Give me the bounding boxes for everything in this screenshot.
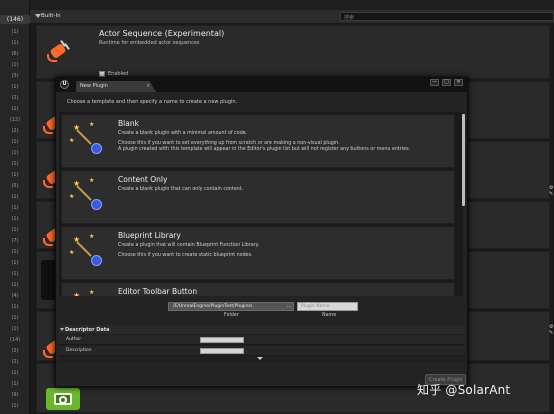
new-plugin-dialog: U New Plugin × — □ ✕ Choose a template a… xyxy=(55,77,468,387)
category-count: (1) xyxy=(11,205,19,211)
category-count: (1) xyxy=(11,150,19,156)
category-count: (1) xyxy=(11,249,19,255)
plugin-plug-icon xyxy=(45,40,71,64)
template-name: Blueprint Library xyxy=(118,231,181,240)
category-count: (1) xyxy=(11,326,19,332)
descriptor-data-section: Descriptor Data Author Description xyxy=(59,325,465,362)
template-list: ★ ★ ★ Blank Create a blank plugin with a min… xyxy=(59,112,463,296)
camera-icon[interactable] xyxy=(46,388,80,410)
plugin-name-placeholder: Plugin Name xyxy=(301,304,330,309)
descriptor-row-description: Description xyxy=(59,346,465,356)
name-label: Name xyxy=(322,313,337,318)
category-count: (2) xyxy=(11,95,19,101)
plugin-action-icons[interactable]: ⚙ ✎ xyxy=(549,185,553,197)
folder-path-input[interactable]: /E/UnrealEngine/PluginTest/Plugins\ xyxy=(168,302,294,311)
category-count: (1) xyxy=(11,172,19,178)
browse-folder-button[interactable]: ... xyxy=(285,303,293,310)
template-card-blank[interactable]: ★ ★ ★ Blank Create a blank plugin with a min… xyxy=(61,114,455,168)
category-count: (1) xyxy=(11,227,19,233)
template-scrollbar[interactable] xyxy=(462,114,465,206)
description-label: Description xyxy=(66,348,92,353)
category-count: (1) xyxy=(11,106,19,112)
close-icon[interactable]: ✕ xyxy=(454,79,463,86)
tab-label: New Plugin xyxy=(80,83,108,89)
category-count: (1) xyxy=(11,139,19,145)
template-card-blueprint-library[interactable]: ★ ★ ★ Blueprint Library Create a plugin that… xyxy=(61,226,455,280)
watermark-text: 知乎 @SolarAnt xyxy=(417,383,511,397)
category-count: (1) xyxy=(11,304,19,310)
template-description-line: Create a blank plugin with a minimal amo… xyxy=(118,131,248,136)
descriptor-title: Descriptor Data xyxy=(65,327,110,333)
category-count: (1) xyxy=(11,282,19,288)
tab-close-icon[interactable]: × xyxy=(146,83,150,89)
category-count: (1) xyxy=(11,315,19,321)
minimize-icon[interactable]: — xyxy=(430,79,439,86)
category-count: (1) xyxy=(11,29,19,35)
expand-advanced-icon[interactable] xyxy=(257,357,263,360)
category-count: (9) xyxy=(11,392,19,398)
template-description-line: A plugin created with this template will… xyxy=(118,147,411,152)
template-card-editor-toolbar-button[interactable]: ★★★ Editor Toolbar Button xyxy=(61,282,455,296)
template-name: Blank xyxy=(118,119,139,128)
editor-plugins-window: (146) (1) (1) (6) (1) (3) (1) (2) (1) (12) (2) (1) (… xyxy=(0,0,554,414)
category-count: (1) xyxy=(11,62,19,68)
category-count: (1) xyxy=(11,194,19,200)
magic-wand-icon: ★★★ xyxy=(69,233,113,273)
author-input[interactable] xyxy=(200,337,244,343)
description-input[interactable] xyxy=(200,348,244,354)
folder-label: Folder xyxy=(224,313,239,318)
category-count: (6) xyxy=(11,51,19,57)
dialog-titlebar[interactable]: U New Plugin × — □ ✕ xyxy=(56,78,467,92)
plugin-search-input[interactable]: 搜索 xyxy=(340,12,554,21)
category-header[interactable]: Built-In 搜索 xyxy=(30,10,554,23)
template-description-line: Choose this if you want to set everythin… xyxy=(118,141,340,146)
category-count-column: (146) (1) (1) (6) (1) (3) (1) (2) (1) (12) (2) (1) (… xyxy=(0,0,30,414)
category-count: (1) xyxy=(11,370,19,376)
category-count: (2) xyxy=(11,128,19,134)
folder-path-value: /E/UnrealEngine/PluginTest/Plugins\ xyxy=(173,304,253,309)
template-description-line: Create a plugin that will contain Bluepr… xyxy=(118,243,260,248)
category-count: (12) xyxy=(9,117,21,123)
category-count: (2) xyxy=(11,348,19,354)
category-count: (4) xyxy=(11,293,19,299)
category-count: (2) xyxy=(11,359,19,365)
plugin-description: Runtime for embedded actor sequences xyxy=(99,40,200,46)
dialog-instruction: Choose a template and then specify a nam… xyxy=(67,99,238,105)
category-count: (3) xyxy=(11,73,19,79)
category-count: (1) xyxy=(11,161,19,167)
unreal-logo-icon: U xyxy=(60,80,69,89)
magic-wand-icon: ★★★ xyxy=(69,121,113,161)
category-count: (5) xyxy=(11,183,19,189)
tab-new-plugin[interactable]: New Plugin × xyxy=(76,81,156,92)
template-description-line: Choose this if you want to create static… xyxy=(118,253,253,258)
descriptor-row-author: Author xyxy=(59,335,465,345)
category-count: (1) xyxy=(11,40,19,46)
category-title: Built-In xyxy=(41,13,61,19)
category-count: (1) xyxy=(11,271,19,277)
plugin-name: Actor Sequence (Experimental) xyxy=(99,29,225,38)
category-count: (7) xyxy=(11,238,19,244)
magic-wand-icon: ★★★ xyxy=(69,177,113,217)
category-count: (1) xyxy=(11,84,19,90)
template-name: Editor Toolbar Button xyxy=(118,287,198,296)
descriptor-header[interactable]: Descriptor Data xyxy=(59,325,465,334)
category-count: (1) xyxy=(11,260,19,266)
search-placeholder: 搜索 xyxy=(344,15,355,21)
author-label: Author xyxy=(66,337,82,342)
category-count: (1) xyxy=(11,216,19,222)
plugin-card-actor-sequence[interactable]: Actor Sequence (Experimental) Runtime fo… xyxy=(36,25,550,79)
maximize-icon[interactable]: □ xyxy=(442,79,451,86)
collapse-arrow-icon[interactable] xyxy=(60,328,64,331)
template-description-line: Create a blank plugin that can only cont… xyxy=(118,187,244,192)
magic-wand-icon: ★★★ xyxy=(69,289,113,296)
category-count: (146) xyxy=(0,15,30,24)
plugin-action-icons[interactable]: ⚙ ✎ xyxy=(549,324,553,336)
category-count: (14) xyxy=(9,337,21,343)
category-count: (1) xyxy=(11,381,19,387)
plugin-name-input[interactable]: Plugin Name xyxy=(297,302,358,311)
template-card-content-only[interactable]: ★ ★ ★ Content Only Create a blank plugin tha… xyxy=(61,170,455,224)
template-name: Content Only xyxy=(118,175,168,184)
category-count: (1) xyxy=(11,403,19,409)
